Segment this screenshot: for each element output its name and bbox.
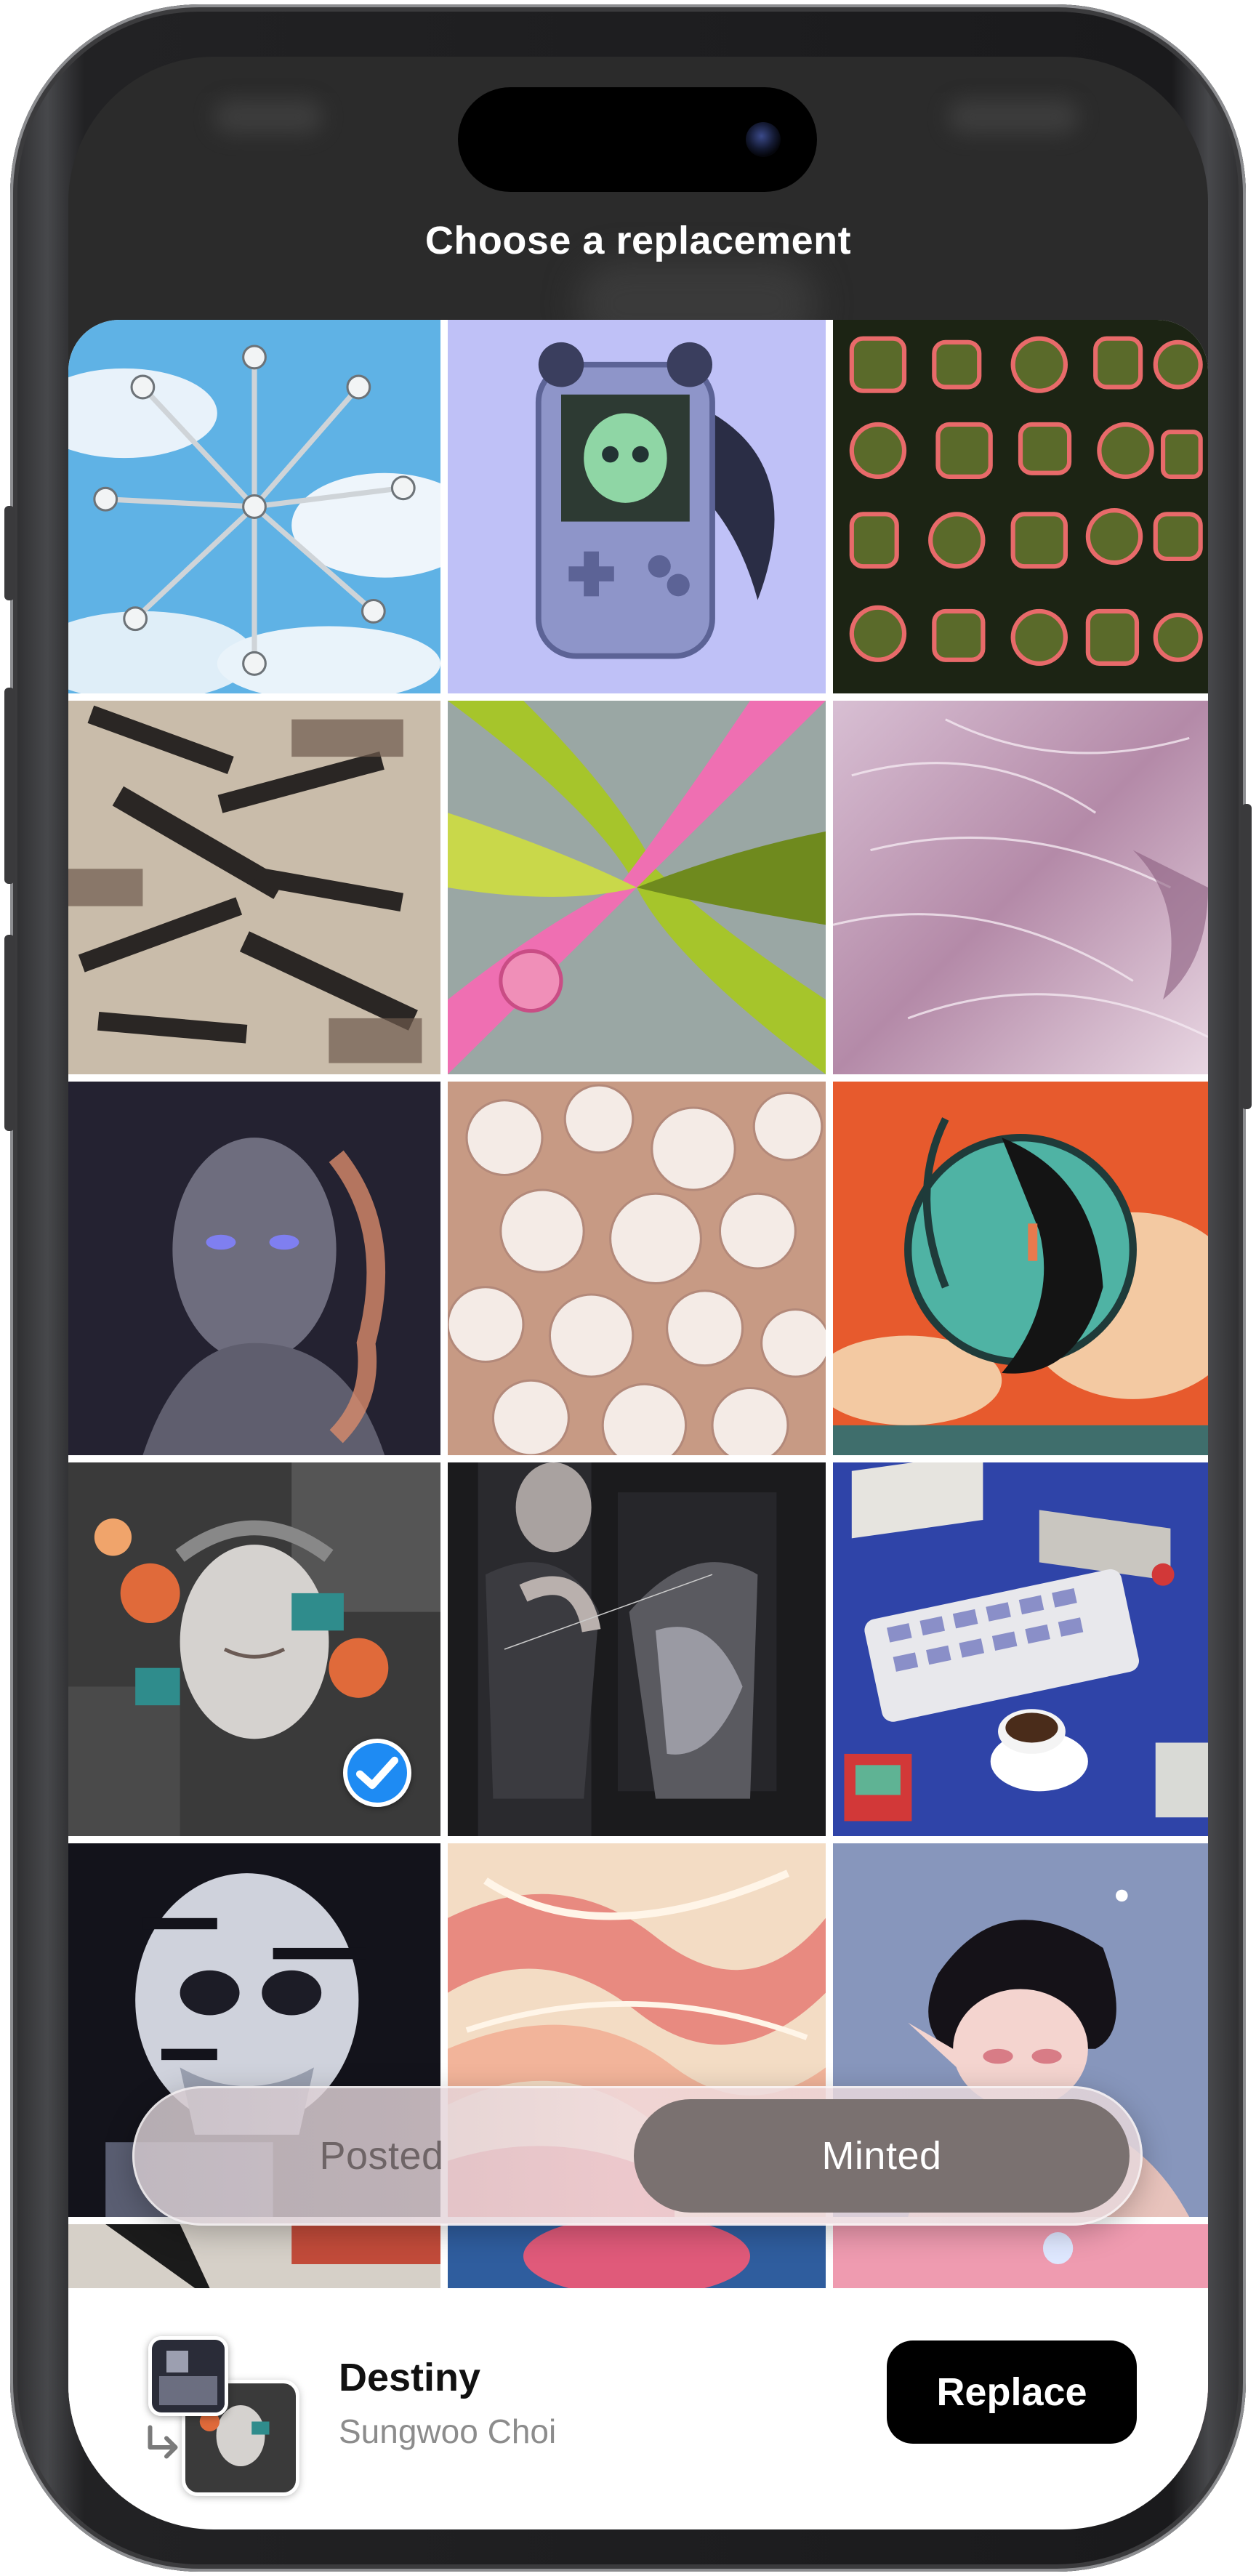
tile-glitch-rifles[interactable] xyxy=(68,701,440,1074)
phone-frame: Choose a replacement Posted Minted Desti… xyxy=(4,4,1252,2572)
volume-down-button xyxy=(4,935,15,1131)
segment-posted[interactable]: Posted xyxy=(145,2099,618,2213)
tile-teal-creature[interactable] xyxy=(833,1082,1208,1455)
artwork-title: Destiny xyxy=(339,2356,481,2399)
camera-icon xyxy=(746,122,781,157)
return-arrow-icon xyxy=(148,2425,178,2459)
current-artwork-thumbnail xyxy=(148,2336,228,2416)
replace-button[interactable]: Replace xyxy=(887,2340,1137,2444)
volume-up-button xyxy=(4,688,15,884)
tile-isometric-desk[interactable] xyxy=(833,1462,1208,1836)
action-button xyxy=(4,506,15,600)
artist-name: Sungwoo Choi xyxy=(339,2412,557,2450)
tile-collage-face[interactable] xyxy=(68,1462,440,1836)
segment-minted[interactable]: Minted xyxy=(634,2099,1130,2213)
tile-pink-pattern[interactable] xyxy=(833,320,1208,693)
check-circle-icon xyxy=(343,1739,411,1807)
selection-bar: Destiny Sungwoo Choi Replace xyxy=(68,2288,1208,2529)
power-button xyxy=(1241,804,1252,1109)
posted-minted-toggle[interactable]: Posted Minted xyxy=(132,2086,1143,2226)
tile-pixel-handheld-toy[interactable] xyxy=(448,320,826,693)
tile-blurred-figure[interactable] xyxy=(68,1082,440,1455)
dynamic-island xyxy=(458,87,817,192)
screen: Choose a replacement Posted Minted Desti… xyxy=(68,57,1208,2529)
tile-dark-portrait[interactable] xyxy=(448,1462,826,1836)
sheet-title: Choose a replacement xyxy=(424,219,852,262)
selection-thumbnails xyxy=(141,2336,308,2496)
tile-meringues[interactable] xyxy=(448,1082,826,1455)
status-icons-blurred xyxy=(948,100,1079,134)
status-time-blurred xyxy=(214,100,323,134)
tile-chrome-stars-sky[interactable] xyxy=(68,320,440,693)
tile-lilac-fur[interactable] xyxy=(833,701,1208,1074)
tile-green-pink-swirl[interactable] xyxy=(448,701,826,1074)
